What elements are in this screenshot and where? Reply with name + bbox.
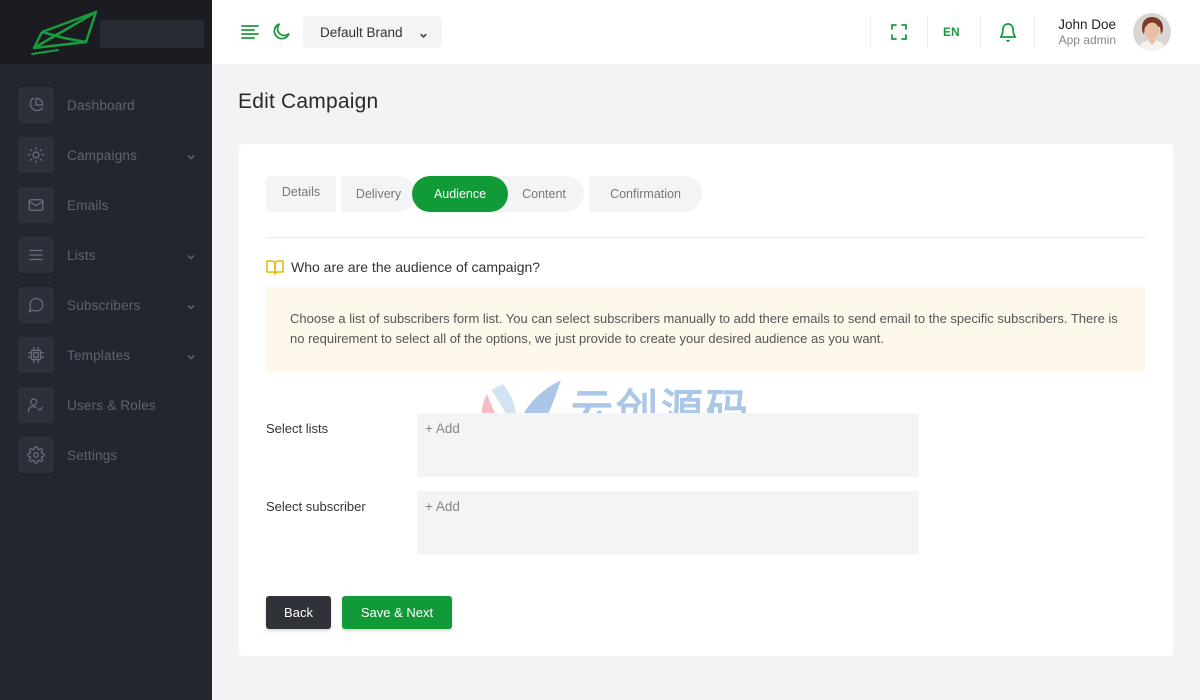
header-divider bbox=[980, 16, 981, 48]
section-heading: Who are are the audience of campaign? bbox=[266, 259, 540, 275]
header-divider bbox=[1034, 16, 1035, 48]
campaign-card: Details Delivery Audience Content Confir… bbox=[239, 144, 1173, 656]
info-notice: Choose a list of subscribers form list. … bbox=[266, 287, 1146, 372]
add-subscriber-link[interactable]: + Add bbox=[425, 499, 460, 514]
sidebar-item-dashboard[interactable]: Dashboard bbox=[0, 80, 212, 130]
sidebar-item-templates[interactable]: Templates bbox=[0, 330, 212, 380]
moon-icon[interactable] bbox=[272, 21, 292, 41]
sidebar-item-settings[interactable]: Settings bbox=[0, 430, 212, 480]
sidebar-item-users-roles[interactable]: Users & Roles bbox=[0, 380, 212, 430]
step-content[interactable]: Content bbox=[496, 176, 584, 212]
brand-select[interactable]: Default Brand bbox=[303, 16, 442, 48]
user-role: App admin bbox=[1058, 33, 1116, 47]
user-name: John Doe bbox=[1058, 17, 1116, 32]
mail-icon bbox=[18, 187, 54, 223]
step-label: Audience bbox=[433, 187, 487, 201]
brand-name-placeholder bbox=[100, 20, 204, 48]
save-next-button[interactable]: Save & Next bbox=[342, 596, 452, 629]
step-details[interactable]: Details bbox=[266, 176, 336, 212]
add-list-link[interactable]: + Add bbox=[425, 421, 460, 436]
chevron-down-icon bbox=[186, 149, 196, 160]
sidebar-item-label: Settings bbox=[67, 447, 118, 463]
sidebar-item-subscribers[interactable]: Subscribers bbox=[0, 280, 212, 330]
sidebar-item-lists[interactable]: Lists bbox=[0, 230, 212, 280]
select-lists-input[interactable]: + Add bbox=[417, 413, 919, 477]
step-tabs: Details Delivery Audience Content Confir… bbox=[266, 176, 702, 212]
divider bbox=[266, 237, 1146, 238]
step-label: Details bbox=[281, 185, 321, 199]
brand-area bbox=[0, 0, 212, 64]
chat-icon bbox=[18, 287, 54, 323]
sidebar-item-label: Users & Roles bbox=[67, 397, 156, 413]
page-title: Edit Campaign bbox=[238, 90, 379, 113]
sidebar-item-label: Subscribers bbox=[67, 297, 141, 313]
select-subscriber-input[interactable]: + Add bbox=[417, 491, 919, 555]
chevron-down-icon bbox=[419, 28, 428, 38]
menu-toggle-icon[interactable] bbox=[240, 22, 260, 42]
sidebar-item-label: Emails bbox=[67, 197, 109, 213]
sidebar-item-campaigns[interactable]: Campaigns bbox=[0, 130, 212, 180]
step-label: Content bbox=[522, 187, 566, 201]
header-divider bbox=[927, 16, 928, 48]
step-label: Delivery bbox=[355, 187, 402, 201]
sidebar-nav: Dashboard Campaigns Emails Lists Subscri… bbox=[0, 64, 212, 480]
chevron-down-icon bbox=[186, 249, 196, 260]
sidebar-item-emails[interactable]: Emails bbox=[0, 180, 212, 230]
sidebar: Dashboard Campaigns Emails Lists Subscri… bbox=[0, 0, 212, 700]
chevron-down-icon bbox=[186, 299, 196, 310]
step-delivery[interactable]: Delivery bbox=[336, 176, 416, 212]
gear-icon bbox=[18, 437, 54, 473]
language-switch[interactable]: EN bbox=[943, 25, 960, 39]
envelope-logo-icon[interactable] bbox=[28, 8, 100, 56]
select-lists-label: Select lists bbox=[266, 421, 329, 436]
sidebar-item-label: Dashboard bbox=[67, 97, 135, 113]
section-title: Who are are the audience of campaign? bbox=[291, 259, 541, 275]
sidebar-item-label: Campaigns bbox=[67, 147, 138, 163]
fullscreen-icon[interactable] bbox=[889, 22, 909, 42]
step-audience[interactable]: Audience bbox=[412, 176, 508, 212]
cpu-icon bbox=[18, 337, 54, 373]
sun-icon bbox=[18, 137, 54, 173]
avatar[interactable] bbox=[1133, 13, 1171, 51]
select-subscriber-label: Select subscriber bbox=[266, 499, 366, 514]
brand-select-value: Default Brand bbox=[320, 24, 403, 40]
user-check-icon bbox=[18, 387, 54, 423]
sidebar-item-label: Lists bbox=[67, 247, 96, 263]
list-icon bbox=[18, 237, 54, 273]
chevron-down-icon bbox=[186, 349, 196, 360]
book-open-icon bbox=[266, 259, 284, 275]
bell-icon[interactable] bbox=[998, 21, 1018, 43]
sidebar-item-label: Templates bbox=[67, 347, 131, 363]
step-confirmation[interactable]: Confirmation bbox=[584, 176, 702, 212]
back-button[interactable]: Back bbox=[266, 596, 331, 629]
pie-chart-icon bbox=[18, 87, 54, 123]
header-divider bbox=[870, 16, 871, 48]
step-label: Confirmation bbox=[610, 187, 681, 201]
top-header: Default Brand EN John Doe App admin bbox=[212, 0, 1200, 64]
